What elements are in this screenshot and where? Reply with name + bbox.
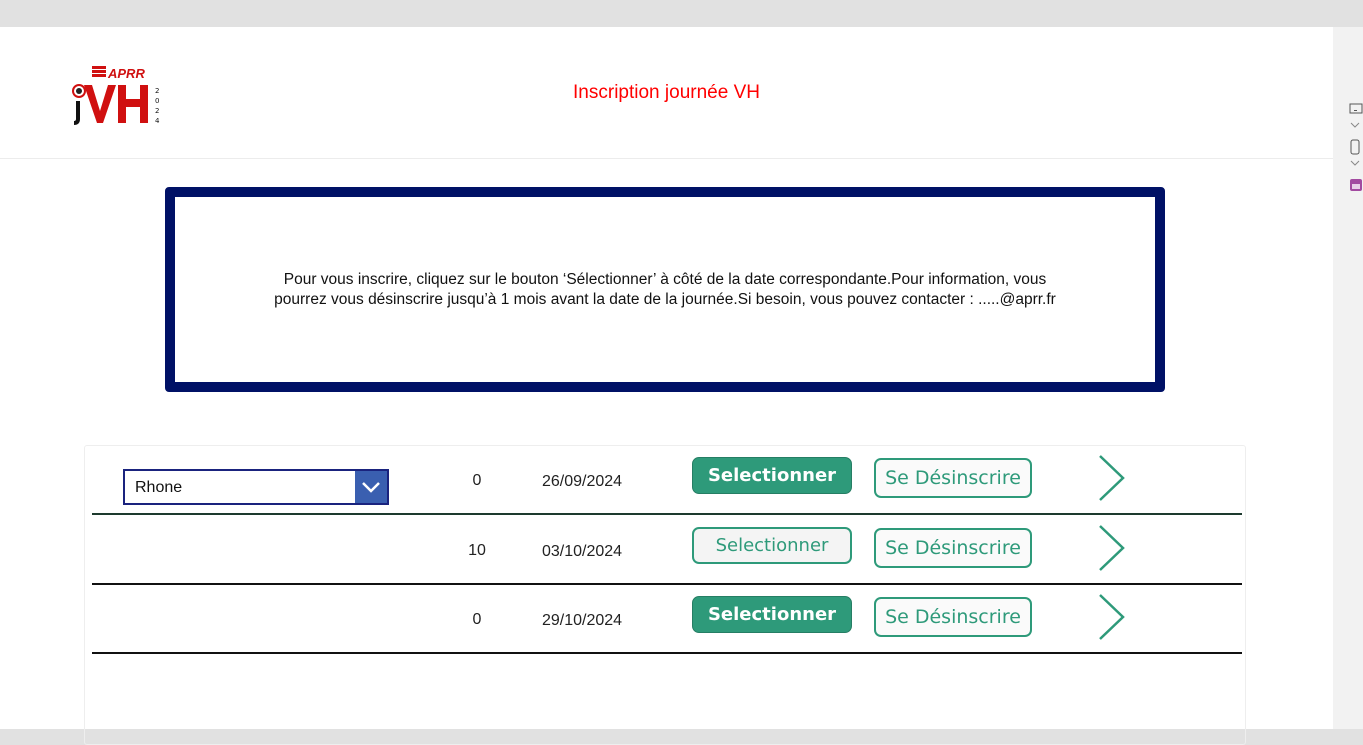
chevron-right-icon[interactable] (1097, 593, 1127, 641)
chevron-down-icon[interactable] (1349, 159, 1361, 167)
count: 10 (468, 542, 486, 559)
region-dropdown[interactable]: Rhone (123, 469, 389, 505)
chevron-right-icon[interactable] (1097, 454, 1127, 502)
header: APRR 2024 Inscription journée VH (0, 27, 1333, 159)
dropdown-value: Rhone (135, 479, 183, 496)
table-row: 0 29/10/2024 Selectionner Se Désinscrire (92, 585, 1242, 654)
chevron-down-icon[interactable] (355, 471, 387, 503)
desktop-icon[interactable] (1349, 103, 1363, 115)
date: 03/10/2024 (542, 543, 623, 560)
svg-text:4: 4 (155, 117, 160, 125)
phone-icon[interactable] (1349, 139, 1361, 155)
chevron-right-icon[interactable] (1097, 524, 1127, 572)
app-icon[interactable] (1349, 178, 1363, 192)
svg-text:2: 2 (155, 107, 159, 115)
unsubscribe-button[interactable]: Se Désinscrire (874, 528, 1032, 568)
count: 0 (472, 472, 482, 489)
dates-gallery: Rhone 0 26/09/2024 Selectionner Se Désin… (84, 445, 1246, 745)
date: 26/09/2024 (542, 473, 623, 490)
select-button[interactable]: Selectionner (692, 527, 852, 564)
select-button[interactable]: Selectionner (692, 596, 852, 633)
table-row: Rhone 0 26/09/2024 Selectionner Se Désin… (92, 446, 1242, 515)
unsubscribe-button[interactable]: Se Désinscrire (874, 458, 1032, 498)
page-title: Inscription journée VH (573, 82, 760, 103)
unsubscribe-button[interactable]: Se Désinscrire (874, 597, 1032, 637)
info-box: Pour vous inscrire, cliquez sur le bouto… (165, 187, 1165, 392)
chevron-down-icon[interactable] (1349, 121, 1361, 129)
app-canvas: APRR 2024 Inscription journée VH Pour vo… (0, 27, 1333, 745)
info-text: Pour vous inscrire, cliquez sur le bouto… (274, 270, 1056, 308)
table-row: 10 03/10/2024 Selectionner Se Désinscrir… (92, 516, 1242, 585)
svg-text:APRR: APRR (107, 66, 145, 81)
date: 29/10/2024 (542, 612, 623, 629)
right-toolbar (1333, 27, 1363, 729)
select-button[interactable]: Selectionner (692, 457, 852, 494)
count: 0 (472, 611, 482, 628)
